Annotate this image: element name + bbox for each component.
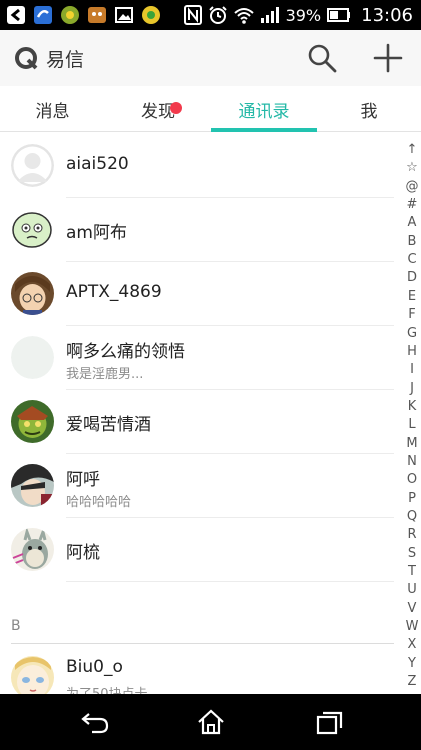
contact-item[interactable]: 啊多么痛的领悟 我是淫鹿男...	[0, 326, 394, 390]
contact-item[interactable]: aiai520	[0, 134, 394, 198]
index-letter[interactable]: F	[404, 307, 420, 322]
app-green-icon	[61, 6, 79, 24]
contact-name: 阿梳	[66, 543, 100, 563]
back-icon[interactable]	[80, 708, 110, 736]
index-letter[interactable]: Y	[404, 656, 420, 671]
alphabet-index-bar[interactable]: ↑ ☆ @ # A B C D E F G H I J K L M N O P Q R S T U V W X Y Z	[404, 142, 420, 692]
status-indicators: 39% 13:06	[183, 0, 413, 30]
app-title: 易信	[46, 49, 85, 71]
gallery-icon	[115, 7, 133, 23]
index-letter[interactable]: U	[404, 582, 420, 597]
index-letter[interactable]: E	[404, 289, 420, 304]
contact-item[interactable]: am阿布	[0, 198, 394, 262]
divider	[11, 643, 394, 644]
avatar	[11, 208, 54, 251]
avatar	[11, 400, 54, 443]
contact-item[interactable]: APTX_4869	[0, 262, 394, 326]
contact-name: APTX_4869	[66, 282, 162, 302]
index-letter[interactable]: Z	[404, 674, 420, 689]
active-tab-indicator	[211, 128, 317, 132]
contact-signature: 哈哈哈哈哈	[66, 495, 132, 510]
index-letter[interactable]: G	[404, 326, 420, 341]
avatar	[11, 656, 54, 694]
contact-signature: 为了50块点卡	[66, 683, 148, 694]
battery-icon	[327, 8, 351, 22]
messaging-app-icon	[34, 6, 52, 24]
contact-item[interactable]: 阿呼 哈哈哈哈哈	[0, 454, 394, 518]
index-letter[interactable]: A	[404, 215, 420, 230]
tab-bar: 消息 发现 通讯录 我	[0, 86, 421, 132]
yixin-logo-icon	[15, 47, 38, 70]
app-yellow-icon	[142, 6, 160, 24]
contact-name: am阿布	[66, 223, 127, 243]
index-letter[interactable]: N	[404, 454, 420, 469]
contact-name: Biu0_o	[66, 657, 123, 677]
contact-name: aiai520	[66, 154, 129, 174]
contact-signature: 我是淫鹿男...	[66, 367, 144, 382]
contact-list[interactable]: aiai520 am阿布 APTX_4869 啊多么痛的领悟 我是淫鹿男... …	[0, 134, 394, 694]
index-letter[interactable]: W	[404, 619, 420, 634]
index-letter[interactable]: R	[404, 527, 420, 542]
index-letter[interactable]: P	[404, 491, 420, 506]
avatar	[11, 464, 54, 507]
avatar-placeholder	[11, 336, 54, 379]
system-nav-bar	[0, 694, 421, 750]
contact-name: 爱喝苦情酒	[66, 415, 151, 435]
battery-percent: 39%	[285, 5, 322, 25]
index-letter[interactable]: V	[404, 601, 420, 616]
tab-contacts[interactable]: 通讯录	[211, 86, 317, 132]
index-letter[interactable]: Q	[404, 509, 420, 524]
index-letter[interactable]: M	[404, 436, 420, 451]
index-letter[interactable]: T	[404, 564, 420, 579]
divider	[66, 581, 394, 582]
search-button[interactable]	[306, 42, 338, 74]
back-notification-icon	[7, 6, 25, 24]
index-letter[interactable]: H	[404, 344, 420, 359]
index-letter[interactable]: L	[404, 417, 420, 432]
index-letter[interactable]: B	[404, 234, 420, 249]
contact-item[interactable]: Biu0_o 为了50块点卡	[0, 646, 394, 694]
section-label: B	[11, 618, 21, 634]
wifi-icon	[233, 8, 254, 24]
index-letter[interactable]: D	[404, 270, 420, 285]
index-letter[interactable]: @	[404, 179, 420, 194]
status-bar: 39% 13:06	[0, 0, 421, 30]
index-letter[interactable]: X	[404, 637, 420, 652]
default-avatar	[11, 144, 54, 187]
contact-name: 阿呼	[66, 470, 100, 490]
nfc-icon	[183, 5, 202, 25]
index-letter[interactable]: I	[404, 362, 420, 377]
index-letter[interactable]: O	[404, 472, 420, 487]
section-header-b: B	[0, 610, 394, 644]
add-button[interactable]	[370, 40, 406, 76]
contact-item[interactable]: 爱喝苦情酒	[0, 390, 394, 454]
tab-messages[interactable]: 消息	[0, 86, 105, 132]
index-letter[interactable]: #	[404, 197, 420, 212]
index-letter[interactable]: J	[404, 381, 420, 396]
contact-item[interactable]: 阿梳	[0, 518, 394, 582]
index-letter[interactable]: ↑	[404, 142, 420, 157]
signal-icon	[260, 7, 279, 23]
discover-badge-dot	[170, 102, 182, 114]
clock: 13:06	[361, 4, 413, 26]
index-letter[interactable]: S	[404, 546, 420, 561]
recent-apps-icon[interactable]	[314, 708, 344, 736]
index-letter[interactable]: ☆	[404, 160, 420, 175]
game-app-icon	[88, 7, 106, 23]
tab-discover[interactable]: 发现	[105, 86, 211, 132]
avatar	[11, 528, 54, 571]
home-icon[interactable]	[196, 708, 226, 736]
tab-me[interactable]: 我	[317, 86, 421, 132]
index-letter[interactable]: K	[404, 399, 420, 414]
notification-icons	[6, 4, 161, 26]
contact-name: 啊多么痛的领悟	[66, 342, 185, 362]
alarm-icon	[208, 6, 227, 24]
index-letter[interactable]: C	[404, 252, 420, 267]
app-header: 易信	[0, 30, 421, 86]
avatar	[11, 272, 54, 315]
